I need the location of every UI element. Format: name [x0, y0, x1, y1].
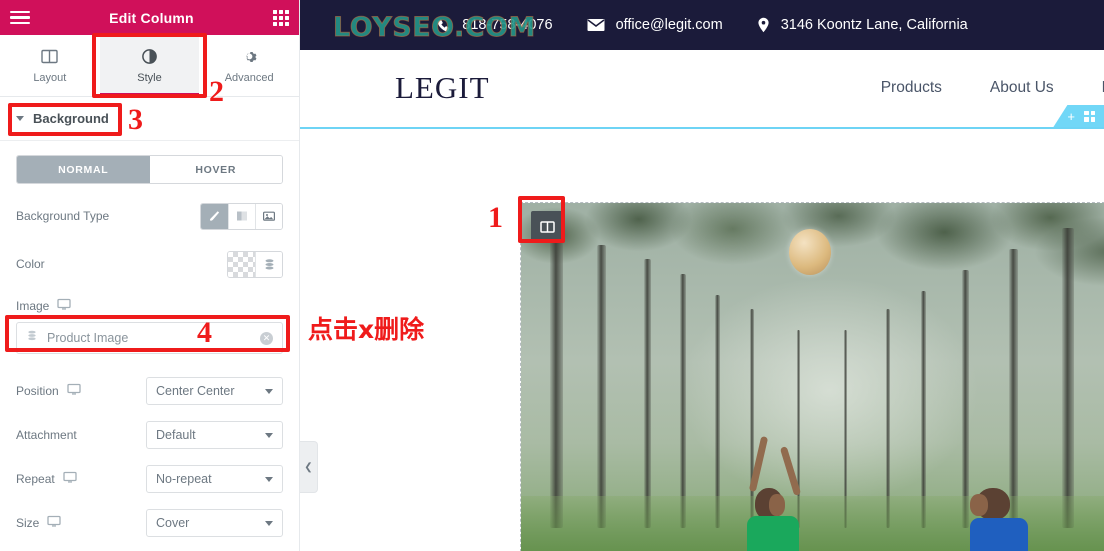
color-row: Color	[16, 250, 283, 278]
image-field-value: Product Image	[47, 331, 129, 345]
size-select[interactable]: Cover	[146, 509, 283, 537]
clear-circle-icon[interactable]: ✕	[260, 331, 273, 345]
ball	[788, 229, 831, 276]
repeat-select[interactable]: No-repeat	[146, 465, 283, 493]
chevron-down-icon	[265, 476, 273, 482]
nav-link-products[interactable]: Products	[881, 79, 942, 97]
annotation-marker-4: 4	[197, 316, 212, 349]
envelope-icon	[587, 18, 605, 32]
monitor-icon[interactable]	[67, 383, 81, 399]
tab-layout[interactable]: Layout	[0, 35, 100, 96]
size-row: Size Cover	[16, 509, 283, 537]
attachment-select[interactable]: Default	[146, 421, 283, 449]
nav-links: Products About Us B	[881, 79, 1104, 97]
repeat-row: Repeat No-repeat	[16, 465, 283, 493]
site-logo[interactable]: LEGIT	[395, 70, 490, 106]
attachment-row: Attachment Default	[16, 421, 283, 449]
repeat-label: Repeat	[16, 472, 55, 486]
image-row-label: Image	[16, 298, 283, 314]
color-swatch[interactable]	[228, 251, 255, 277]
color-controls	[227, 250, 283, 278]
gradient-icon[interactable]	[228, 203, 255, 229]
position-value: Center Center	[156, 384, 235, 398]
column-background-image	[521, 203, 1104, 551]
site-topbar: 818-758-4076 office@legit.com 3146 Koont…	[300, 0, 1104, 50]
gear-icon	[241, 48, 258, 65]
classic-brush-icon[interactable]	[201, 203, 228, 229]
monitor-icon[interactable]	[57, 298, 72, 314]
state-tab-normal[interactable]: NORMAL	[17, 156, 150, 183]
hamburger-icon[interactable]	[10, 10, 30, 25]
elementor-editor: Edit Column Layout Style Advanced Backgr…	[0, 0, 1104, 551]
column-element[interactable]	[520, 202, 1104, 551]
size-label: Size	[16, 516, 40, 530]
topbar-phone-text: 818-758-4076	[462, 17, 553, 33]
attachment-label: Attachment	[16, 428, 77, 442]
position-select[interactable]: Center Center	[146, 377, 283, 405]
image-slideshow-icon[interactable]	[255, 203, 282, 229]
tab-style[interactable]: Style	[99, 35, 200, 96]
tab-style-label: Style	[137, 71, 162, 84]
topbar-address-text: 3146 Koontz Lane, California	[780, 17, 968, 33]
child-blue-shirt	[956, 456, 1052, 551]
panel-collapse-tab[interactable]: ❮	[300, 441, 318, 493]
topbar-email[interactable]: office@legit.com	[587, 17, 723, 33]
column-handle[interactable]	[531, 211, 564, 242]
chevron-down-icon	[265, 432, 273, 438]
annotation-marker-1: 1	[488, 201, 503, 234]
repeat-value: No-repeat	[156, 472, 212, 486]
nav-link-about-us[interactable]: About Us	[990, 79, 1054, 97]
annotation-marker-3: 3	[128, 103, 143, 136]
background-type-label: Background Type	[16, 209, 110, 223]
plus-icon[interactable]: +	[1067, 109, 1075, 124]
size-value: Cover	[156, 516, 190, 530]
monitor-icon[interactable]	[47, 515, 61, 531]
contrast-icon	[141, 48, 158, 65]
topbar-address[interactable]: 3146 Koontz Lane, California	[757, 17, 968, 33]
chevron-down-icon	[265, 388, 273, 394]
attachment-value: Default	[156, 428, 196, 442]
columns-icon	[41, 48, 59, 65]
topbar-email-text: office@legit.com	[615, 17, 723, 33]
grid-icon[interactable]	[273, 9, 289, 26]
image-label: Image	[16, 299, 50, 313]
state-tab-hover[interactable]: HOVER	[149, 156, 282, 183]
editor-panel: Edit Column Layout Style Advanced Backgr…	[0, 0, 300, 551]
panel-title: Edit Column	[109, 9, 194, 26]
tab-advanced-label: Advanced	[224, 71, 274, 84]
phone-icon	[436, 18, 451, 33]
position-label: Position	[16, 384, 59, 398]
column-icon	[540, 220, 555, 234]
site-navbar: LEGIT Products About Us B	[300, 50, 1104, 125]
image-field[interactable]: Product Image ✕	[16, 322, 283, 354]
color-label: Color	[16, 257, 45, 271]
topbar-phone[interactable]: 818-758-4076	[436, 17, 553, 33]
site-preview: 818-758-4076 office@legit.com 3146 Koont…	[300, 0, 1104, 551]
child-green-shirt	[733, 435, 825, 551]
panel-body: NORMAL HOVER Background Type Color Image…	[0, 141, 299, 551]
database-icon[interactable]	[255, 251, 282, 277]
tab-layout-label: Layout	[33, 71, 67, 84]
annotation-note: 点击x删除	[308, 315, 425, 344]
background-section-header[interactable]: Background	[0, 97, 299, 141]
panel-tabs: Layout Style Advanced	[0, 35, 299, 97]
position-row: Position Center Center	[16, 377, 283, 405]
drag-dots-icon[interactable]	[1084, 110, 1095, 122]
background-type-row: Background Type	[16, 202, 283, 230]
monitor-icon[interactable]	[63, 471, 77, 487]
database-icon	[26, 329, 38, 347]
chevron-down-icon	[265, 520, 273, 526]
panel-header: Edit Column	[0, 0, 299, 35]
state-tabs: NORMAL HOVER	[16, 155, 283, 184]
background-section-label: Background	[33, 111, 109, 126]
background-type-buttons	[200, 202, 283, 230]
caret-down-icon	[16, 116, 24, 121]
annotation-marker-2: 2	[209, 75, 224, 108]
map-pin-icon	[757, 17, 770, 33]
